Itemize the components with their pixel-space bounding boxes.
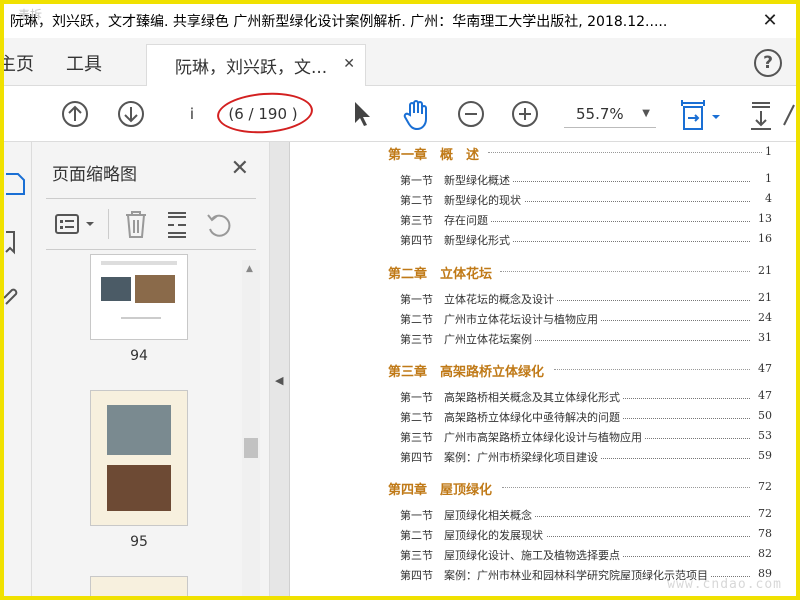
thumbnail-scrollbar[interactable]: ▲	[242, 260, 260, 596]
zoom-out-button[interactable]	[456, 99, 486, 129]
previous-page-button[interactable]	[60, 99, 90, 129]
zoom-dropdown[interactable]: 55.7% ▼	[564, 102, 656, 128]
toolbar: i (6 / 190 ) 55.7% ▼	[4, 86, 796, 142]
toc-section[interactable]: 第四节 新型绿化形式 16	[400, 232, 772, 248]
extract-page-icon[interactable]	[164, 209, 192, 241]
page-thumbnail-95[interactable]	[90, 390, 188, 526]
tab-close-button[interactable]: ✕	[343, 56, 355, 72]
site-watermark: www.cndao.com	[667, 577, 782, 592]
help-button[interactable]: ?	[754, 49, 782, 77]
attachment-rail-icon[interactable]	[4, 282, 30, 312]
thumbnail-list: 94 95	[32, 254, 242, 596]
toc-section[interactable]: 第二节 屋顶绿化的发展现状 78	[400, 527, 772, 543]
thumbnails-panel: 页面缩略图 ✕ 94 95 ▲	[32, 142, 270, 596]
toc-section[interactable]: 第一节 屋顶绿化相关概念 72	[400, 507, 772, 523]
tab-home[interactable]: 主页	[4, 50, 34, 76]
panel-toolbar	[46, 198, 256, 250]
tab-tools[interactable]: 工具	[66, 50, 102, 76]
chevron-down-icon: ▼	[642, 108, 650, 119]
scrollbar-thumb[interactable]	[244, 438, 258, 458]
left-rail	[4, 142, 32, 596]
scroll-mode-icon[interactable]	[748, 99, 778, 133]
toc-section[interactable]: 第二节 新型绿化的现状 4	[400, 192, 772, 208]
page-number-input[interactable]: i	[172, 100, 212, 128]
toc-section[interactable]: 第四节 案例：广州市桥梁绿化项目建设 59	[400, 449, 772, 465]
toc-section[interactable]: 第一节 新型绿化概述 1	[400, 172, 772, 188]
toc-section[interactable]: 第三节 广州立体花坛案例 31	[400, 331, 772, 347]
bookmarks-rail-icon[interactable]	[4, 226, 30, 256]
zoom-in-button[interactable]	[510, 99, 540, 129]
thumbnail-label: 94	[130, 348, 148, 364]
document-view: 第一章 概 述 1 第一节 新型绿化概述 1 第二节 新型绿化的现状 4 第三节 存在问题…	[290, 142, 796, 596]
red-annotation-ellipse	[215, 89, 315, 137]
zoom-value: 55.7%	[576, 105, 624, 123]
toc-section[interactable]: 第三节 广州市高架路桥立体绿化设计与植物应用 53	[400, 429, 772, 445]
toc-chapter[interactable]: 第一章 概 述 1	[388, 144, 772, 163]
rotate-page-icon[interactable]	[204, 209, 236, 241]
panel-title: 页面缩略图	[52, 165, 137, 185]
next-page-button[interactable]	[116, 99, 146, 129]
toc-section[interactable]: 第三节 屋顶绿化设计、施工及植物选择要点 82	[400, 547, 772, 563]
hand-tool-icon[interactable]	[400, 99, 432, 131]
toc-section[interactable]: 第一节 高架路桥相关概念及其立体绿化形式 47	[400, 389, 772, 405]
delete-page-icon[interactable]	[122, 209, 150, 241]
pen-icon[interactable]	[782, 99, 796, 129]
panel-close-button[interactable]: ✕	[231, 156, 249, 181]
tab-bar: 主页 工具 阮琳，刘兴跃，文... ✕ ?	[4, 38, 796, 86]
toc-chapter[interactable]: 第二章 立体花坛 21	[388, 263, 772, 282]
toc-chapter[interactable]: 第四章 屋顶绿化 72	[388, 479, 772, 498]
tab-document-label: 阮琳，刘兴跃，文...	[175, 58, 328, 78]
thumbnail-label: 95	[130, 534, 148, 550]
toc-section[interactable]: 第二节 广州市立体花坛设计与植物应用 24	[400, 311, 772, 327]
page-thumbnails-rail-icon[interactable]	[4, 168, 30, 198]
toc-section[interactable]: 第三节 存在问题 13	[400, 212, 772, 228]
window-title: 阮琳，刘兴跃，文才臻编. 共享绿色 广州新型绿化设计案例解析. 广州：华南理工大…	[10, 14, 668, 30]
page-thumbnail-94[interactable]	[90, 254, 188, 340]
fit-page-icon[interactable]	[680, 99, 724, 133]
corner-watermark: 毒拆	[18, 8, 43, 22]
select-tool-arrow-icon[interactable]	[350, 99, 372, 129]
app-window: 毒拆 阮琳，刘兴跃，文才臻编. 共享绿色 广州新型绿化设计案例解析. 广州：华南…	[4, 4, 796, 596]
title-bar: 毒拆 阮琳，刘兴跃，文才臻编. 共享绿色 广州新型绿化设计案例解析. 广州：华南…	[4, 4, 796, 38]
page-thumbnail-96[interactable]	[90, 576, 188, 596]
collapse-arrow-icon: ◀	[275, 374, 284, 387]
scroll-up-arrow-icon[interactable]: ▲	[246, 264, 253, 274]
tab-document[interactable]: 阮琳，刘兴跃，文... ✕	[146, 44, 366, 86]
thumbnail-options-icon[interactable]	[54, 211, 100, 239]
toolbar-divider	[108, 209, 109, 239]
toc-section[interactable]: 第二节 高架路桥立体绿化中亟待解决的问题 50	[400, 409, 772, 425]
window-close-button[interactable]: ✕	[758, 9, 782, 33]
panel-collapse-handle[interactable]: ◀	[270, 142, 290, 596]
toc-section[interactable]: 第一节 立体花坛的概念及设计 21	[400, 291, 772, 307]
toc-chapter[interactable]: 第三章 高架路桥立体绿化 47	[388, 361, 772, 380]
